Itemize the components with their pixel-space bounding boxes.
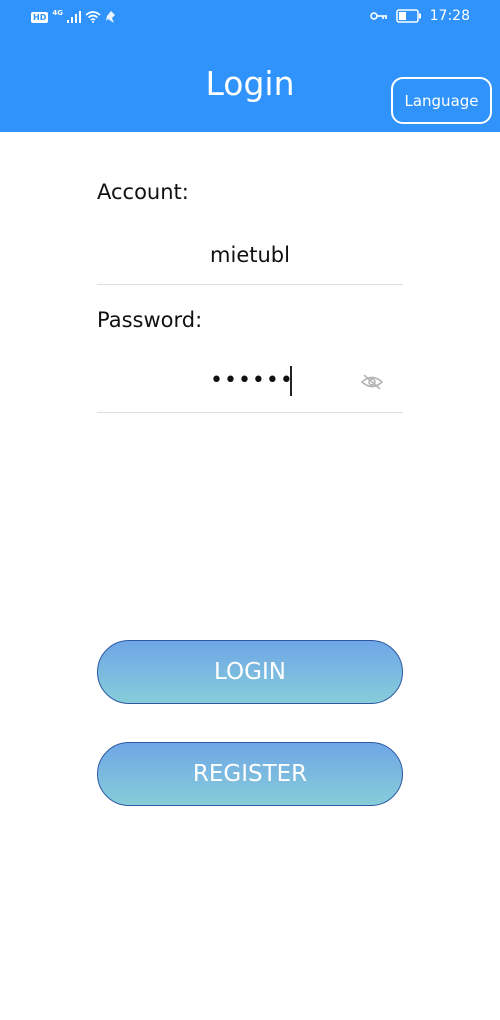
password-label: Password: [97, 308, 203, 332]
key-icon [369, 12, 387, 20]
app-header: HD 4G 17:28 Login Language [0, 0, 500, 132]
language-button[interactable]: Language [391, 77, 492, 124]
status-right-group: 17:28 [369, 6, 470, 26]
battery-icon [395, 9, 421, 23]
wifi-icon [85, 11, 101, 23]
account-input[interactable]: mietubl [97, 240, 403, 270]
login-button[interactable]: LOGIN [97, 640, 403, 704]
status-left-group: HD 4G [31, 9, 117, 25]
status-bar: HD 4G 17:28 [0, 0, 500, 34]
password-input[interactable]: •••••• [97, 364, 403, 398]
eye-hidden-icon[interactable] [360, 372, 384, 392]
password-masked-value: •••••• [210, 368, 294, 393]
network-type-label: 4G [52, 9, 63, 17]
status-time: 17:28 [429, 8, 470, 24]
register-button[interactable]: REGISTER [97, 742, 403, 806]
text-cursor [290, 366, 292, 396]
signal-icon [66, 11, 81, 23]
account-underline [97, 284, 403, 285]
hd-badge: HD [31, 11, 49, 23]
notification-icon [105, 11, 115, 23]
password-underline [97, 412, 403, 413]
account-label: Account: [97, 180, 189, 204]
